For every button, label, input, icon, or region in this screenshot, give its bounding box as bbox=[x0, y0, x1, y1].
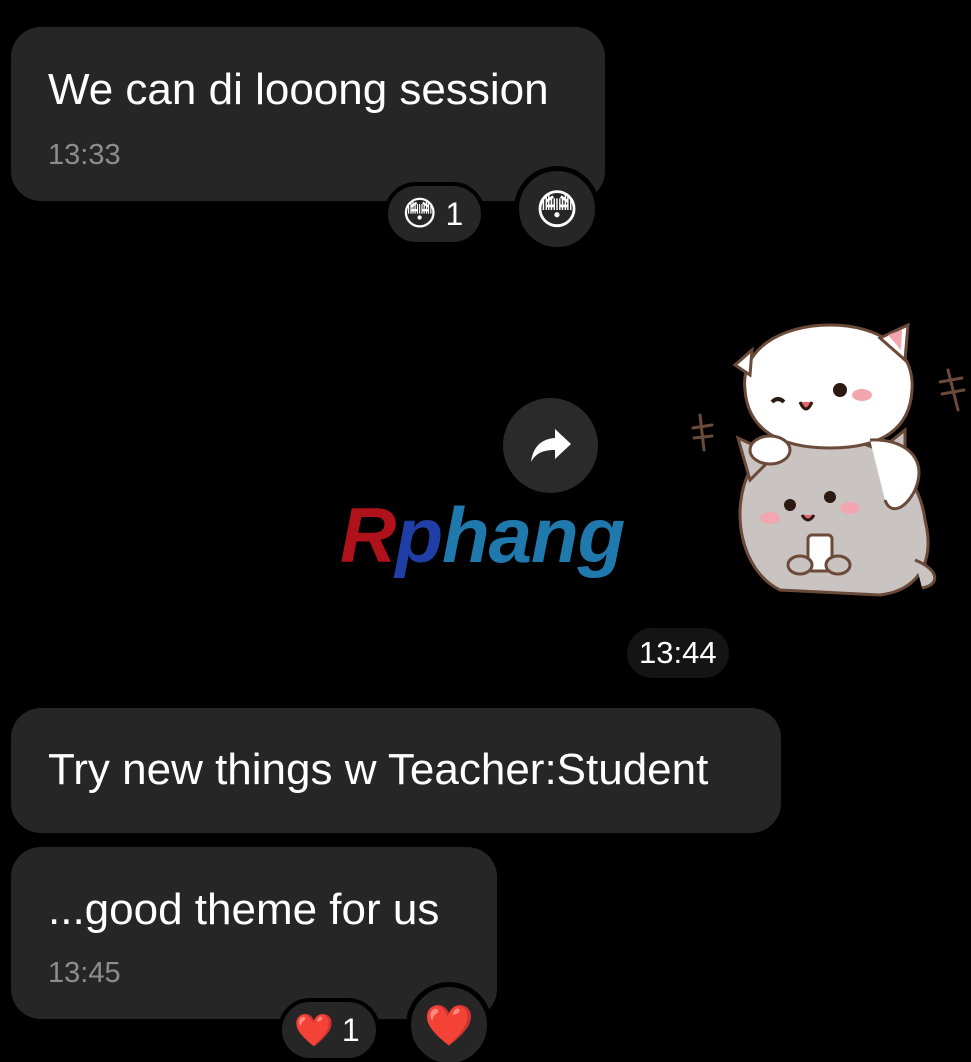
cat-sticker[interactable] bbox=[690, 320, 971, 610]
message-text: Try new things w Teacher:Student bbox=[48, 745, 709, 794]
share-arrow-icon bbox=[530, 428, 571, 462]
flushed-emoji-icon: 😳 bbox=[402, 195, 438, 233]
sticker-timestamp: 13:44 bbox=[627, 628, 729, 678]
flushed-emoji-icon: 😳 bbox=[535, 185, 579, 233]
message-timestamp: 13:45 bbox=[48, 957, 121, 989]
watermark-logo: Rphang bbox=[340, 491, 625, 579]
message-text: We can di looong session bbox=[48, 65, 549, 114]
message-bubble[interactable]: We can di looong session 13:33 bbox=[11, 27, 605, 201]
reaction-summary[interactable]: ❤️ 1 bbox=[278, 998, 380, 1062]
forward-button[interactable] bbox=[503, 398, 598, 493]
quick-reaction-button[interactable]: ❤️ bbox=[406, 982, 492, 1062]
reaction-count: 1 bbox=[445, 195, 464, 232]
quick-reaction-button[interactable]: 😳 bbox=[514, 166, 600, 252]
message-text: ...good theme for us bbox=[48, 885, 440, 934]
message-timestamp: 13:33 bbox=[48, 139, 121, 171]
chat-thread: We can di looong session 13:33 😳 1 😳 Rph… bbox=[0, 0, 971, 1062]
reaction-count: 1 bbox=[341, 1011, 360, 1048]
heart-emoji-icon: ❤️ bbox=[294, 1012, 334, 1048]
heart-emoji-icon: ❤️ bbox=[424, 1003, 474, 1048]
reaction-summary[interactable]: 😳 1 bbox=[384, 182, 486, 246]
message-bubble[interactable]: Try new things w Teacher:Student bbox=[11, 708, 781, 833]
